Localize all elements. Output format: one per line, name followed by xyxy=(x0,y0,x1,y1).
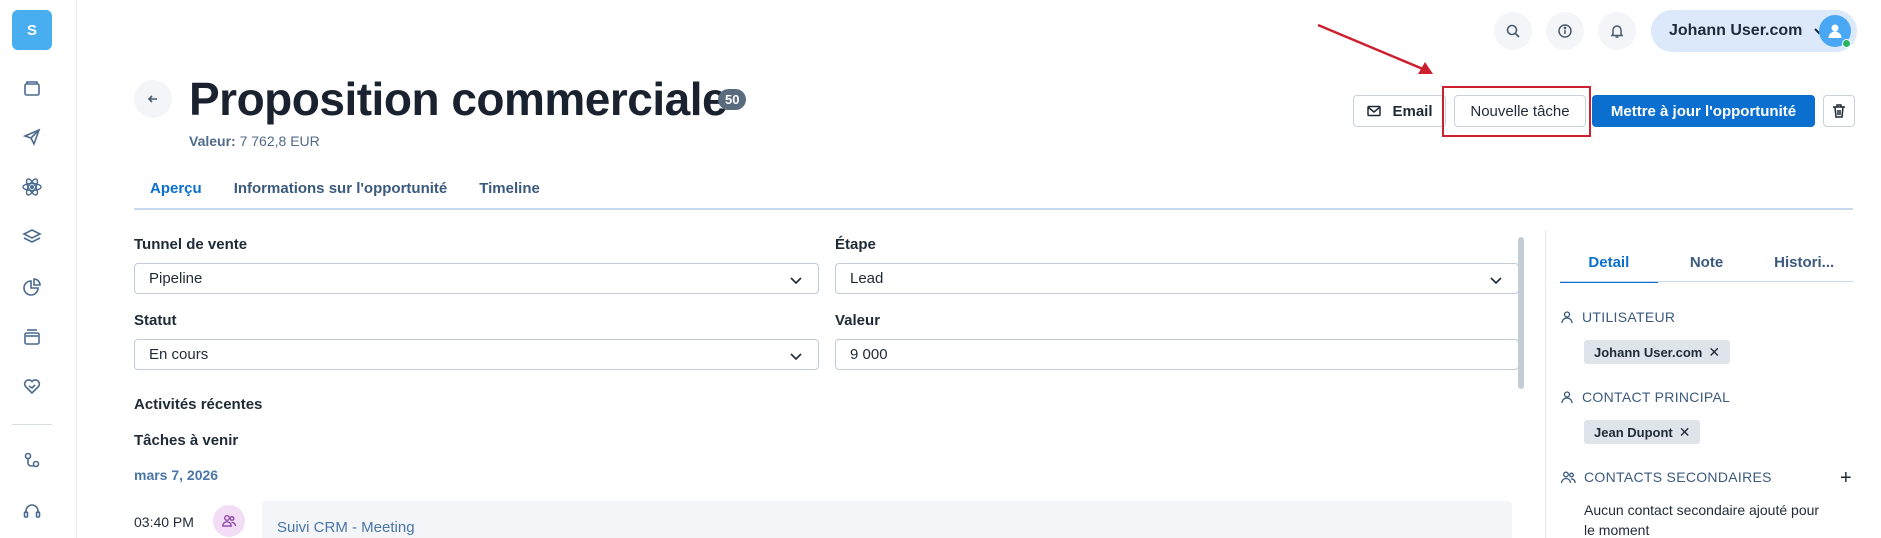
main-tabs: Aperçu Informations sur l'opportunité Ti… xyxy=(134,170,556,210)
user-name: Johann User.com xyxy=(1669,22,1803,39)
task-date: mars 7, 2026 xyxy=(134,467,219,483)
close-icon[interactable]: ✕ xyxy=(1679,424,1691,441)
user-icon xyxy=(1561,391,1573,404)
bell-icon[interactable] xyxy=(1598,12,1636,50)
secondary-contacts-empty: Aucun contact secondaire ajouté pour le … xyxy=(1584,502,1820,538)
heart-handshake-icon[interactable] xyxy=(20,374,44,398)
secondary-contacts-heading: CONTACTS SECONDAIRES xyxy=(1560,469,1772,485)
pipeline-select[interactable]: Pipeline xyxy=(134,263,819,294)
atom-icon[interactable] xyxy=(20,175,44,199)
scrollbar[interactable] xyxy=(1518,237,1524,389)
trash-icon xyxy=(1833,104,1845,118)
value-input[interactable]: 9 000 xyxy=(835,339,1519,370)
task-card[interactable]: Suivi CRM - Meeting xyxy=(262,501,1512,538)
task-title: Suivi CRM - Meeting xyxy=(277,519,415,536)
status-label: Statut xyxy=(134,312,177,329)
support-headset-icon[interactable] xyxy=(20,499,44,523)
user-menu[interactable]: Johann User.com xyxy=(1651,10,1857,52)
tab-timeline[interactable]: Timeline xyxy=(463,170,556,210)
pipeline-label: Tunnel de vente xyxy=(134,236,248,253)
cards-icon[interactable] xyxy=(20,325,44,349)
panel-divider xyxy=(1545,230,1546,538)
stage-value: Lead xyxy=(850,270,884,287)
value-field-label: Valeur xyxy=(835,312,881,329)
user-chip[interactable]: Johann User.com ✕ xyxy=(1584,340,1731,364)
status-value: En cours xyxy=(149,346,209,363)
rail-divider xyxy=(12,424,52,425)
user-section-heading: UTILISATEUR xyxy=(1560,309,1675,325)
stage-select[interactable]: Lead xyxy=(835,263,1519,294)
workflow-icon[interactable] xyxy=(20,449,44,473)
update-opportunity-button[interactable]: Mettre à jour l'opportunité xyxy=(1592,95,1815,127)
side-panel-tabs: Detail Note Histori... xyxy=(1560,247,1853,283)
status-select[interactable]: En cours xyxy=(134,339,819,370)
user-section-title: UTILISATEUR xyxy=(1582,309,1676,325)
paper-plane-icon[interactable] xyxy=(20,125,44,149)
page-title: Proposition commerciale xyxy=(189,73,728,125)
arrow-left-icon xyxy=(147,95,157,103)
layers-icon[interactable] xyxy=(20,225,44,249)
contact-section-heading: CONTACT PRINCIPAL xyxy=(1560,389,1730,405)
delete-button[interactable] xyxy=(1823,95,1855,127)
pie-chart-icon[interactable] xyxy=(20,275,44,299)
tab-note[interactable]: Note xyxy=(1658,247,1756,283)
annotation-arrow xyxy=(1317,23,1433,74)
search-icon[interactable] xyxy=(1494,12,1532,50)
value-amount: 7 762,8 EUR xyxy=(239,133,320,149)
recent-activities-title: Activités récentes xyxy=(134,396,263,413)
chevron-down-icon xyxy=(790,353,802,361)
contact-chip[interactable]: Jean Dupont ✕ xyxy=(1584,420,1701,444)
online-status-dot xyxy=(1842,39,1851,48)
chevron-down-icon xyxy=(1490,277,1502,285)
side-tabs-underline xyxy=(1560,281,1853,282)
tab-opportunity-info[interactable]: Informations sur l'opportunité xyxy=(218,170,464,210)
user-icon xyxy=(1561,311,1573,324)
value-label: Valeur: xyxy=(189,133,236,149)
email-button[interactable]: Email xyxy=(1353,95,1446,127)
secondary-contacts-title: CONTACTS SECONDAIRES xyxy=(1584,469,1772,485)
meeting-icon xyxy=(213,505,245,537)
chevron-down-icon xyxy=(790,277,802,285)
workspace-logo[interactable]: S xyxy=(12,10,52,50)
email-button-label: Email xyxy=(1392,102,1433,120)
stage-label: Étape xyxy=(835,236,876,253)
folder-icon[interactable] xyxy=(20,76,44,100)
tab-detail[interactable]: Detail xyxy=(1560,247,1658,283)
upcoming-tasks-title: Tâches à venir xyxy=(134,432,239,449)
back-button[interactable] xyxy=(134,80,172,118)
tabs-underline xyxy=(134,208,1853,210)
add-secondary-contact-button[interactable]: + xyxy=(1840,467,1852,490)
user-chip-label: Johann User.com xyxy=(1594,344,1703,360)
users-icon xyxy=(1560,471,1576,484)
value-input-text: 9 000 xyxy=(850,346,888,363)
contact-section-title: CONTACT PRINCIPAL xyxy=(1582,389,1731,405)
pipeline-value: Pipeline xyxy=(149,270,203,287)
info-icon[interactable] xyxy=(1546,12,1584,50)
close-icon[interactable]: ✕ xyxy=(1708,344,1720,361)
task-time: 03:40 PM xyxy=(134,514,194,530)
annotation-highlight-box xyxy=(1442,86,1591,137)
opportunity-value: Valeur: 7 762,8 EUR xyxy=(189,133,320,149)
tab-overview[interactable]: Aperçu xyxy=(134,170,218,210)
mail-icon xyxy=(1367,105,1382,117)
tab-history[interactable]: Histori... xyxy=(1755,247,1853,283)
contact-chip-label: Jean Dupont xyxy=(1594,424,1673,440)
count-badge: 50 xyxy=(718,89,747,110)
left-navigation-rail: S xyxy=(0,0,77,538)
